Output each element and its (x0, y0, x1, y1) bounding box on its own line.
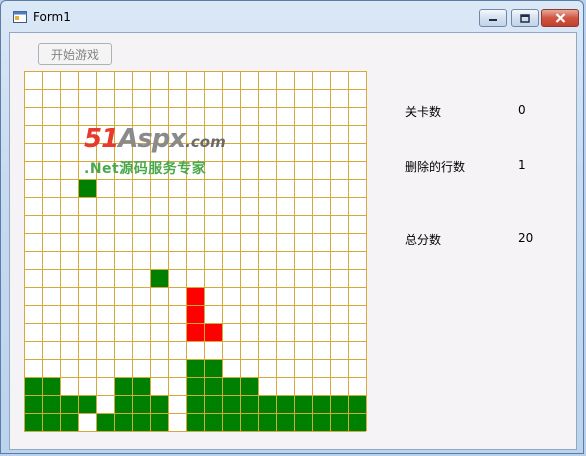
settled-block (222, 413, 240, 431)
settled-block (78, 395, 96, 413)
app-window-icon (13, 11, 27, 23)
settled-block (60, 413, 78, 431)
form-client-area: 开始游戏 51Aspx.com .Net源码服务专家 关卡数 0 删除的行数 1… (9, 32, 577, 450)
watermark-logo: 51Aspx.com .Net源码服务专家 (84, 125, 226, 178)
app-window: Form1 开始游戏 51Aspx.com .Net源码服务专家 关卡数 0 删… (0, 0, 584, 454)
window-title: Form1 (33, 10, 71, 24)
settled-block (186, 359, 204, 377)
settled-block (204, 395, 222, 413)
settled-block (204, 377, 222, 395)
settled-block (240, 395, 258, 413)
settled-block (240, 413, 258, 431)
level-label: 关卡数 (405, 105, 442, 119)
watermark-brand-51: 51 (84, 124, 119, 154)
settled-block (186, 377, 204, 395)
settled-block (150, 269, 168, 287)
settled-block (312, 395, 330, 413)
settled-block (330, 395, 348, 413)
watermark-brand: 51Aspx.com (84, 125, 226, 156)
total-score-label: 总分数 (405, 233, 442, 247)
settled-block (348, 395, 366, 413)
total-score-value: 20 (518, 231, 534, 245)
settled-block (42, 413, 60, 431)
minimize-icon (489, 19, 497, 21)
settled-block (204, 413, 222, 431)
settled-block (222, 395, 240, 413)
close-icon (555, 13, 565, 23)
settled-block (294, 413, 312, 431)
level-value: 0 (518, 103, 526, 117)
falling-block (186, 305, 204, 323)
settled-block (96, 413, 114, 431)
falling-block (186, 323, 204, 341)
maximize-button[interactable] (511, 9, 539, 27)
settled-block (114, 377, 132, 395)
settled-block (186, 413, 204, 431)
settled-block (24, 413, 42, 431)
settled-block (258, 395, 276, 413)
settled-block (24, 395, 42, 413)
close-button[interactable] (541, 9, 579, 27)
settled-block (60, 395, 78, 413)
settled-block (132, 377, 150, 395)
settled-block (258, 413, 276, 431)
settled-block (42, 377, 60, 395)
settled-block (276, 413, 294, 431)
maximize-icon (520, 13, 530, 23)
falling-block (204, 323, 222, 341)
settled-block (240, 377, 258, 395)
falling-block (186, 287, 204, 305)
start-game-button[interactable]: 开始游戏 (38, 43, 112, 65)
settled-block (294, 395, 312, 413)
settled-block (150, 413, 168, 431)
settled-block (24, 377, 42, 395)
settled-block (204, 359, 222, 377)
lines-deleted-label: 删除的行数 (405, 160, 466, 174)
settled-block (114, 395, 132, 413)
settled-block (222, 377, 240, 395)
lines-deleted-value: 1 (518, 158, 526, 172)
title-bar[interactable]: Form1 (1, 1, 583, 33)
settled-block (348, 413, 366, 431)
settled-block (186, 395, 204, 413)
settled-block (78, 179, 96, 197)
settled-block (150, 395, 168, 413)
settled-block (312, 413, 330, 431)
watermark-brand-com: .com (185, 133, 226, 151)
settled-block (276, 395, 294, 413)
settled-block (330, 413, 348, 431)
minimize-button[interactable] (479, 9, 507, 27)
settled-block (42, 395, 60, 413)
watermark-subtitle: .Net源码服务专家 (84, 161, 207, 177)
settled-block (114, 413, 132, 431)
settled-block (132, 395, 150, 413)
settled-block (132, 413, 150, 431)
watermark-brand-aspx: Aspx (118, 124, 186, 154)
